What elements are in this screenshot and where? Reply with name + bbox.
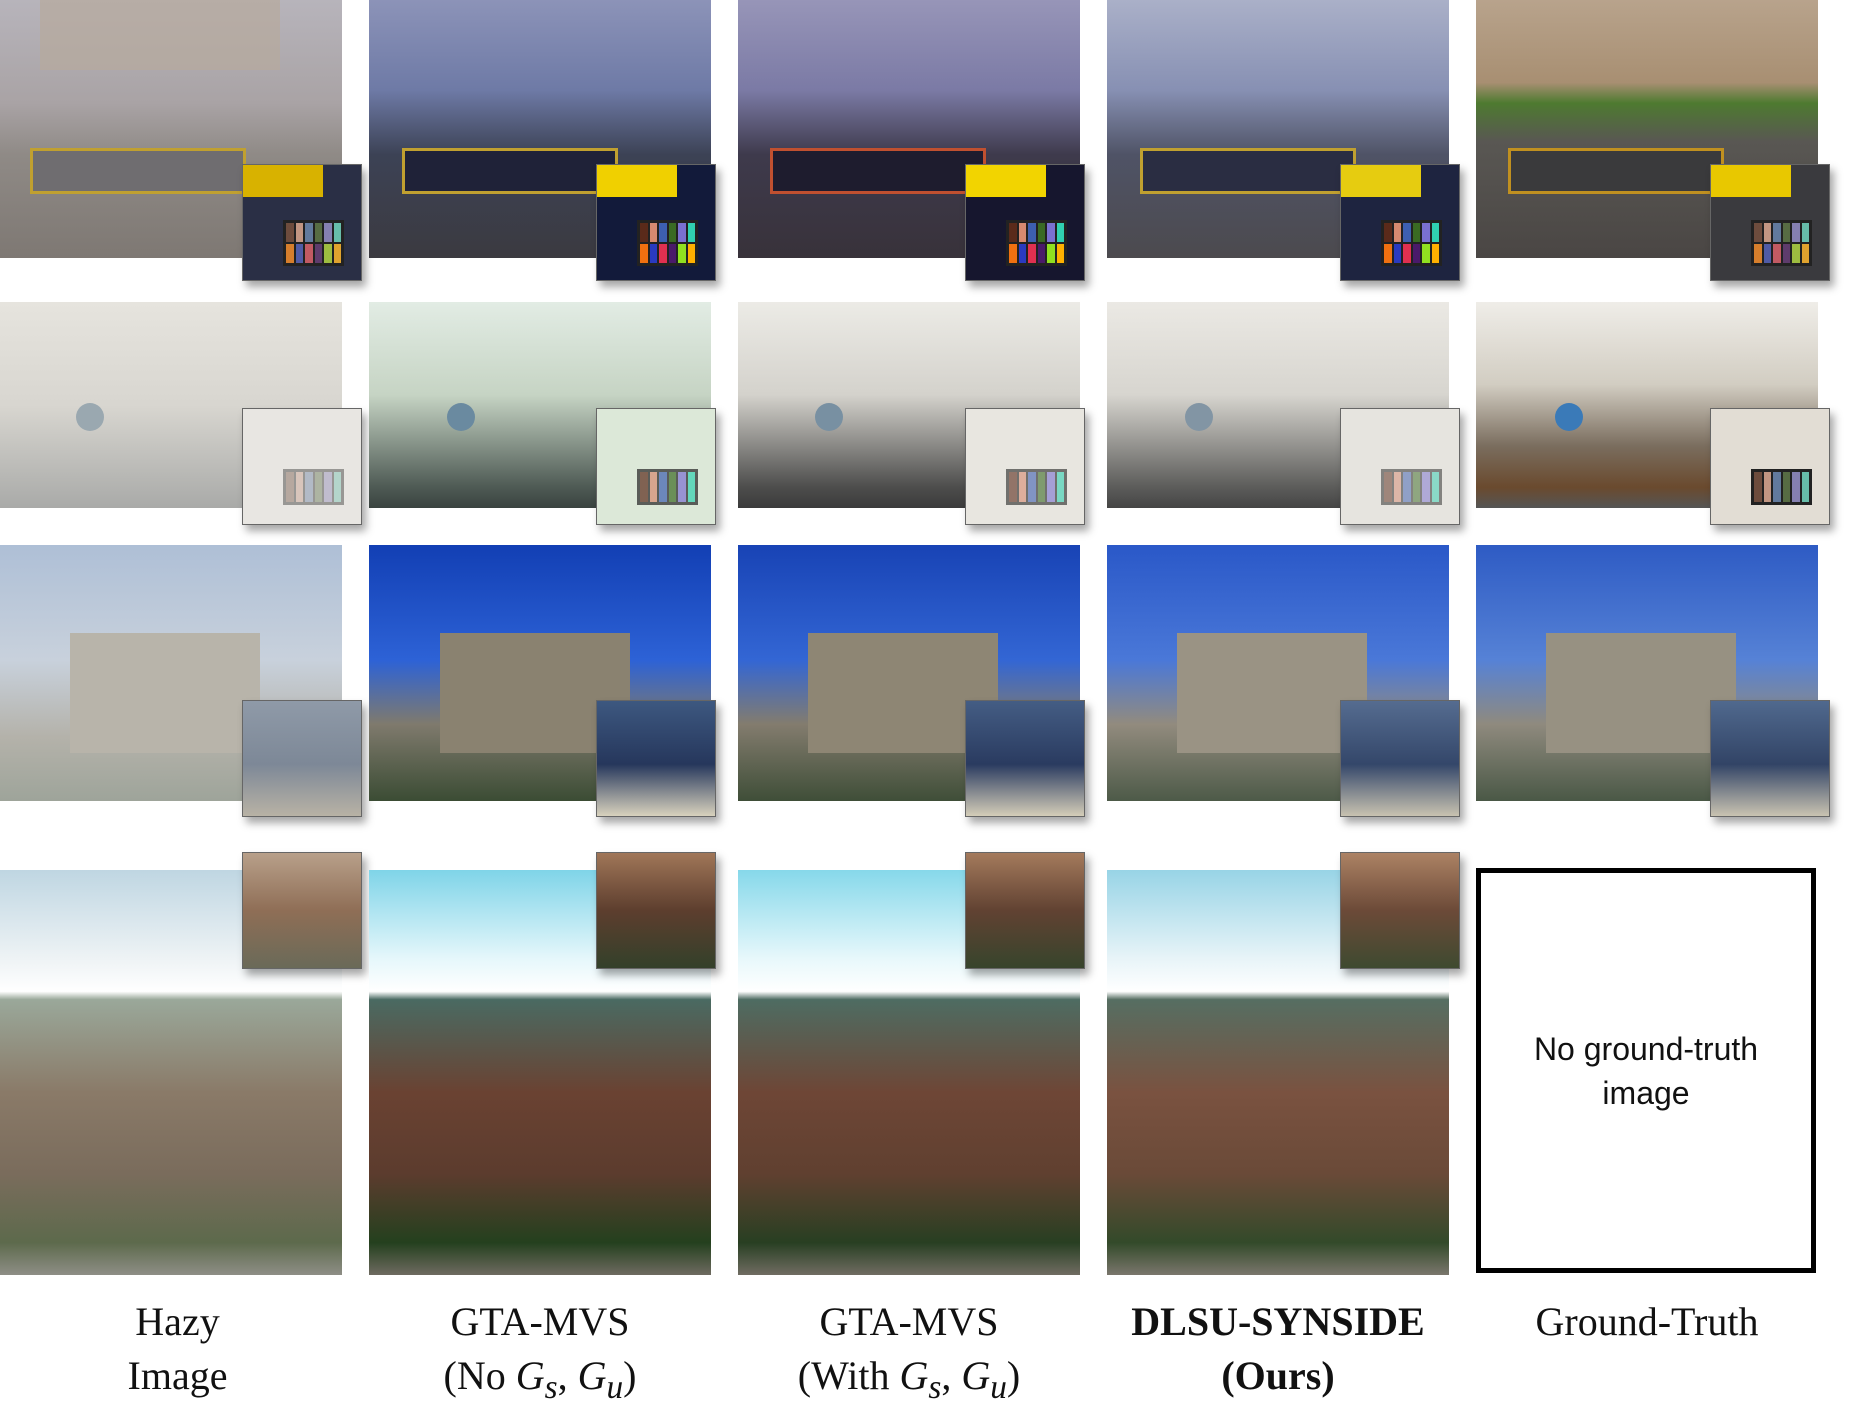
globe <box>1185 403 1213 431</box>
play-mat <box>1140 148 1356 194</box>
play-mat <box>1508 148 1724 194</box>
label-line: Ground-Truth <box>1535 1299 1759 1344</box>
column-label-gta-mvs-no: GTA-MVS (No Gs, Gu) <box>355 1295 725 1415</box>
globe <box>815 403 843 431</box>
tower-building <box>1177 633 1367 753</box>
label-text: ) <box>623 1353 637 1398</box>
zoom-inset <box>242 164 362 281</box>
column-label-gta-mvs-with: GTA-MVS (With Gs, Gu) <box>724 1295 1094 1415</box>
no-ground-truth-text-line2: image <box>1602 1074 1690 1111</box>
no-ground-truth-box: No ground-truth image <box>1476 868 1816 1273</box>
column-label-dlsu-synside: DLSU-SYNSIDE (Ours) <box>1093 1295 1463 1403</box>
zoom-inset <box>1340 408 1460 525</box>
zoom-inset <box>242 852 362 969</box>
math-symbol: G <box>577 1353 607 1398</box>
zoom-inset <box>242 408 362 525</box>
zoom-inset <box>965 852 1085 969</box>
label-text: (No <box>443 1353 516 1398</box>
math-symbol: G <box>961 1353 991 1398</box>
tower-building <box>1546 633 1736 753</box>
zoom-inset <box>1710 700 1830 817</box>
zoom-inset <box>1340 852 1460 969</box>
tower-building <box>70 633 260 753</box>
zoom-inset <box>242 700 362 817</box>
zoom-inset <box>596 164 716 281</box>
play-mat <box>30 148 246 194</box>
zoom-inset <box>965 408 1085 525</box>
math-symbol: G <box>899 1353 929 1398</box>
zoom-inset <box>1710 164 1830 281</box>
zoom-inset <box>596 700 716 817</box>
play-mat <box>402 148 618 194</box>
label-text: (With <box>797 1353 900 1398</box>
math-subscript: u <box>606 1369 624 1406</box>
globe <box>447 403 475 431</box>
math-subscript: s <box>928 1369 942 1406</box>
no-ground-truth-text-line1: No ground-truth <box>1533 1030 1759 1067</box>
math-subscript: u <box>990 1369 1007 1406</box>
label-line: Hazy <box>135 1299 220 1344</box>
label-text: , <box>941 1353 962 1398</box>
globe <box>76 403 104 431</box>
zoom-inset <box>596 852 716 969</box>
label-line: (With Gs, Gu) <box>724 1349 1094 1415</box>
column-label-hazy-image: Hazy Image <box>0 1295 355 1403</box>
label-line: GTA-MVS <box>450 1299 630 1344</box>
math-symbol: G <box>515 1353 545 1398</box>
label-line: DLSU-SYNSIDE <box>1131 1299 1425 1344</box>
zoom-inset <box>1340 164 1460 281</box>
globe <box>1555 403 1583 431</box>
label-line: (No Gs, Gu) <box>355 1349 725 1415</box>
label-text: ) <box>1006 1353 1021 1398</box>
label-line: GTA-MVS <box>819 1299 999 1344</box>
label-line: (Ours) <box>1221 1353 1335 1398</box>
label-text: , <box>557 1353 578 1398</box>
math-subscript: s <box>544 1369 558 1406</box>
zoom-inset <box>1340 700 1460 817</box>
label-line: Image <box>127 1353 228 1398</box>
zoom-inset <box>965 164 1085 281</box>
column-label-ground-truth: Ground-Truth <box>1462 1295 1832 1349</box>
zoom-inset <box>596 408 716 525</box>
house-shape <box>40 0 280 70</box>
zoom-inset <box>1710 408 1830 525</box>
play-mat <box>770 148 986 194</box>
zoom-inset <box>965 700 1085 817</box>
